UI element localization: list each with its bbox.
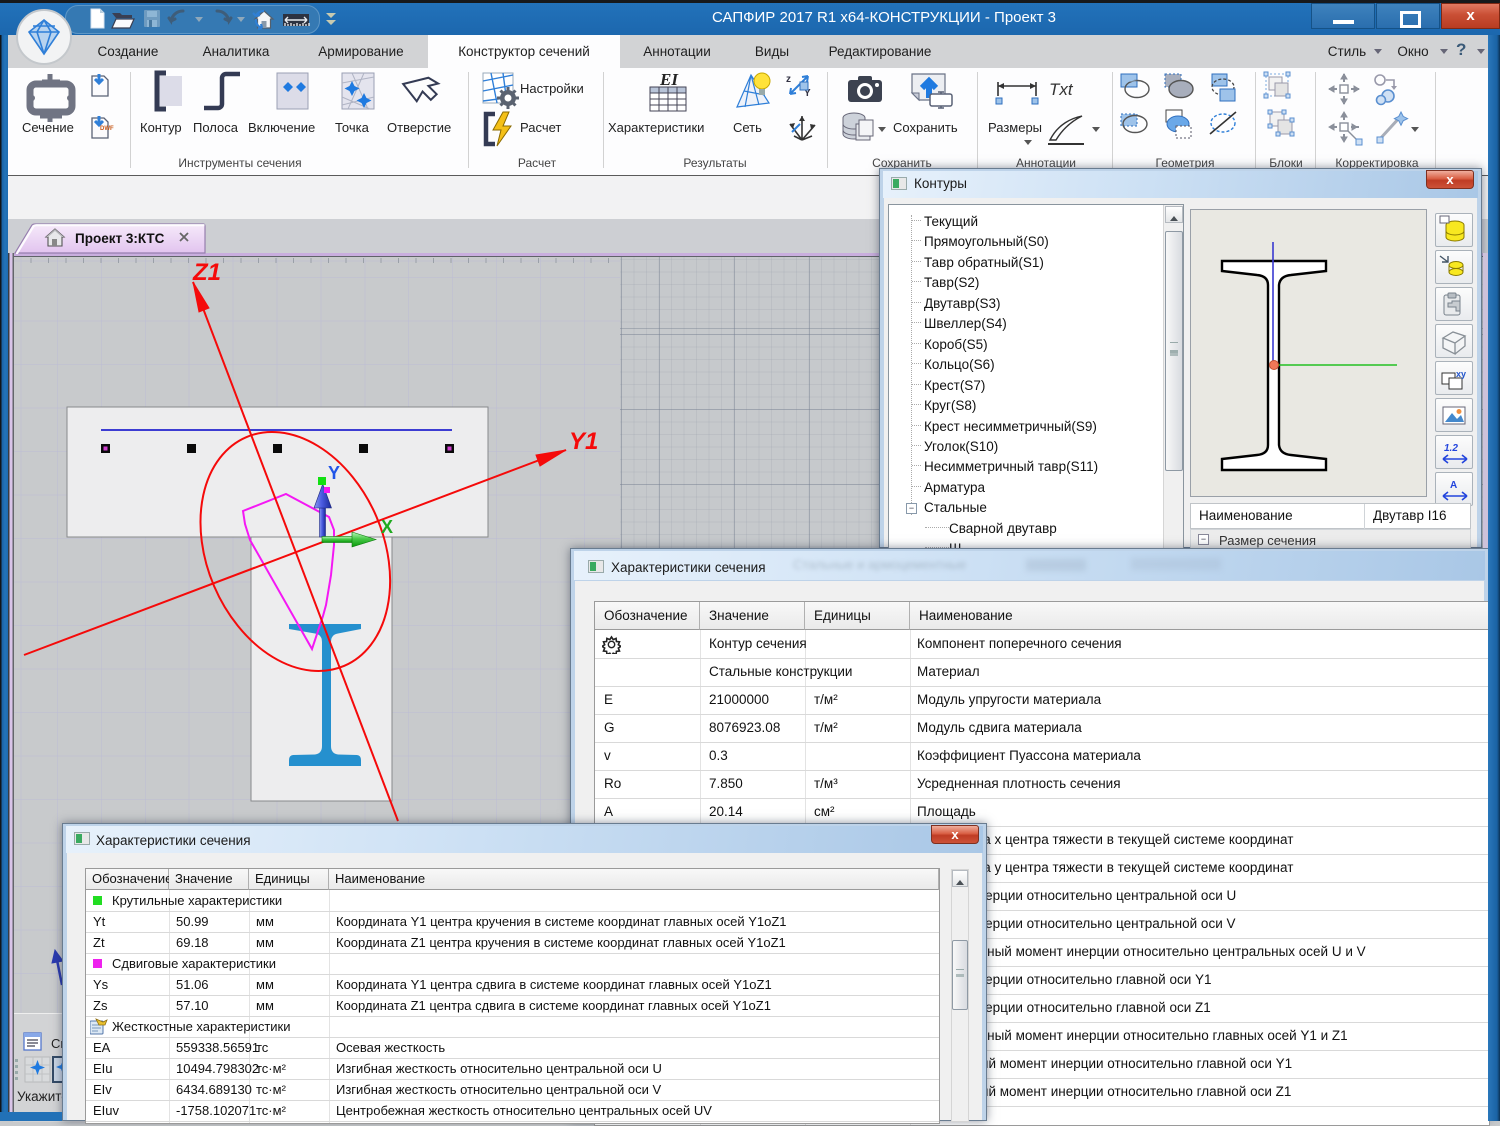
svg-text:Z1: Z1	[192, 259, 221, 286]
svg-text:Y1: Y1	[569, 428, 598, 455]
svg-text:xy: xy	[1456, 369, 1466, 379]
svg-text:Проект 3:КТС: Проект 3:КТС	[75, 231, 165, 246]
svg-text:X: X	[381, 517, 393, 537]
svg-text:z: z	[786, 74, 791, 85]
svg-text:EI: EI	[659, 70, 679, 89]
svg-text:Y: Y	[328, 463, 340, 483]
svg-text:1.2: 1.2	[1444, 443, 1458, 454]
svg-text:DWF: DWF	[100, 126, 114, 132]
svg-text:A: A	[1450, 480, 1457, 491]
